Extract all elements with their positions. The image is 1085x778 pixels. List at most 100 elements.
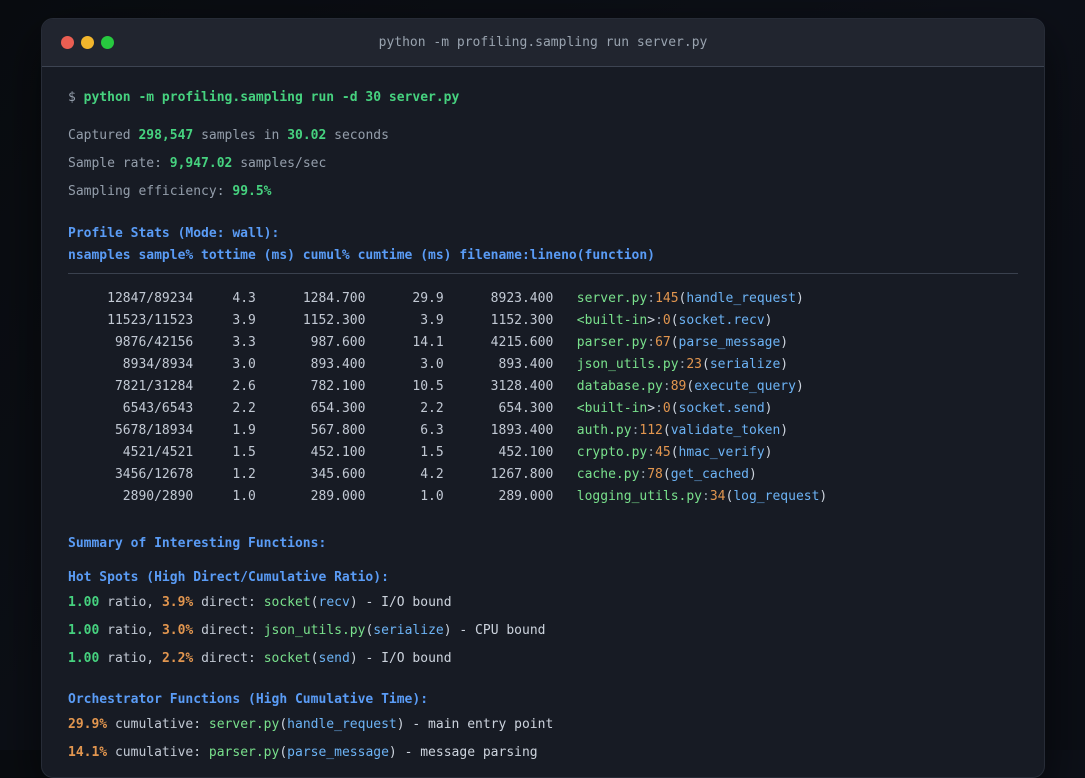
ratio-value: 1.00 bbox=[68, 623, 100, 638]
filename: crypto.py bbox=[576, 445, 648, 460]
command-text: python -m profiling.sampling run -d 30 s… bbox=[83, 90, 460, 105]
cell-nsamples: 11523/11523 bbox=[68, 313, 194, 328]
cell-cumtime: 452.100 bbox=[443, 445, 554, 460]
profile-stats-heading: Profile Stats (Mode: wall): bbox=[68, 226, 280, 241]
cell-sample-pct: 1.0 bbox=[193, 489, 256, 504]
hot-spot-item: 1.00 ratio, 3.9% direct: socket(recv) - … bbox=[68, 595, 452, 610]
line-number: 0 bbox=[662, 313, 671, 328]
cell-cumul-pct: 1.0 bbox=[365, 489, 444, 504]
line-number: 34 bbox=[709, 489, 726, 504]
cumulative-pct: 29.9% bbox=[68, 717, 108, 732]
cell-nsamples: 5678/18934 bbox=[68, 423, 194, 438]
orchestrator-heading: Orchestrator Functions (High Cumulative … bbox=[68, 692, 429, 707]
captured-line: Captured 298,547 samples in 30.02 second… bbox=[68, 128, 389, 143]
cell-cumul-pct: 2.2 bbox=[365, 401, 444, 416]
target-name: server.py bbox=[208, 717, 280, 732]
target-name: json_utils.py bbox=[263, 623, 366, 638]
filename: auth.py bbox=[576, 423, 632, 438]
cell-nsamples: 7821/31284 bbox=[68, 379, 194, 394]
cell-cumtime: 3128.400 bbox=[443, 379, 554, 394]
cell-tottime: 893.400 bbox=[255, 357, 366, 372]
function-name: handle_request bbox=[287, 717, 397, 732]
cell-sample-pct: 2.2 bbox=[193, 401, 256, 416]
cell-sample-pct: 1.5 bbox=[193, 445, 256, 460]
cell-nsamples: 8934/8934 bbox=[68, 357, 194, 372]
profile-row: 9876/42156 3.3 987.600 14.1 4215.600 par… bbox=[68, 335, 789, 350]
window-title: python -m profiling.sampling run server.… bbox=[378, 35, 708, 50]
terminal-window: python -m profiling.sampling run server.… bbox=[41, 18, 1045, 778]
hot-spots-heading: Hot Spots (High Direct/Cumulative Ratio)… bbox=[68, 570, 389, 585]
cell-tottime: 782.100 bbox=[255, 379, 366, 394]
minimize-button[interactable] bbox=[81, 36, 94, 49]
cell-cumul-pct: 3.0 bbox=[365, 357, 444, 372]
line-number: 78 bbox=[647, 467, 663, 482]
cell-nsamples: 2890/2890 bbox=[68, 489, 194, 504]
function-name: serialize bbox=[373, 623, 444, 638]
samples-count: 298,547 bbox=[138, 128, 194, 143]
cell-cumtime: 1893.400 bbox=[443, 423, 554, 438]
cell-tottime: 1284.700 bbox=[255, 291, 366, 306]
filename: cache.py bbox=[576, 467, 640, 482]
target-name: socket bbox=[263, 595, 311, 610]
function-name: validate_token bbox=[670, 423, 781, 438]
line-number: 45 bbox=[655, 445, 671, 460]
line-number: 145 bbox=[655, 291, 679, 306]
profile-row: 3456/12678 1.2 345.600 4.2 1267.800 cach… bbox=[68, 467, 757, 482]
orchestrator-item: 14.1% cumulative: parser.py(parse_messag… bbox=[68, 745, 538, 760]
cell-cumtime: 654.300 bbox=[443, 401, 554, 416]
summary-heading: Summary of Interesting Functions: bbox=[68, 536, 327, 551]
line-number: 0 bbox=[662, 401, 671, 416]
cell-cumul-pct: 6.3 bbox=[365, 423, 444, 438]
cell-sample-pct: 1.2 bbox=[193, 467, 256, 482]
target-name: parser.py bbox=[208, 745, 280, 760]
profile-row: 6543/6543 2.2 654.300 2.2 654.300 <built… bbox=[68, 401, 773, 416]
profile-row: 8934/8934 3.0 893.400 3.0 893.400 json_u… bbox=[68, 357, 789, 372]
function-name: parse_message bbox=[287, 745, 389, 760]
cell-tottime: 654.300 bbox=[255, 401, 366, 416]
efficiency-value: 99.5% bbox=[232, 184, 272, 199]
function-name: get_cached bbox=[670, 467, 749, 482]
cell-sample-pct: 3.9 bbox=[193, 313, 256, 328]
orchestrator-list: 29.9% cumulative: server.py(handle_reque… bbox=[68, 717, 1018, 761]
cell-tottime: 567.800 bbox=[255, 423, 366, 438]
cell-cumtime: 289.000 bbox=[443, 489, 554, 504]
filename: database.py bbox=[576, 379, 663, 394]
direct-pct: 3.9% bbox=[161, 595, 194, 610]
line-number: 89 bbox=[670, 379, 687, 394]
cell-cumul-pct: 14.1 bbox=[365, 335, 444, 350]
role-note: - message parsing bbox=[396, 745, 538, 760]
prompt-symbol: $ bbox=[68, 90, 76, 105]
profile-rows: 12847/89234 4.3 1284.700 29.9 8923.400 s… bbox=[68, 291, 1018, 505]
profile-row: 11523/11523 3.9 1152.300 3.9 1152.300 <b… bbox=[68, 313, 773, 328]
terminal-titlebar[interactable]: python -m profiling.sampling run server.… bbox=[42, 19, 1044, 67]
bound-note: - I/O bound bbox=[357, 595, 452, 610]
cell-cumtime: 4215.600 bbox=[443, 335, 554, 350]
cumulative-pct: 14.1% bbox=[68, 745, 108, 760]
profile-row: 4521/4521 1.5 452.100 1.5 452.100 crypto… bbox=[68, 445, 773, 460]
direct-pct: 3.0% bbox=[161, 623, 194, 638]
role-note: - main entry point bbox=[404, 717, 554, 732]
cell-sample-pct: 2.6 bbox=[193, 379, 256, 394]
cell-cumul-pct: 10.5 bbox=[365, 379, 444, 394]
cell-tottime: 345.600 bbox=[255, 467, 366, 482]
terminal-content[interactable]: $ python -m profiling.sampling run -d 30… bbox=[42, 67, 1044, 761]
hot-spot-item: 1.00 ratio, 3.0% direct: json_utils.py(s… bbox=[68, 623, 546, 638]
cell-cumul-pct: 3.9 bbox=[365, 313, 444, 328]
cell-cumul-pct: 29.9 bbox=[365, 291, 444, 306]
filename: <built-in bbox=[576, 401, 648, 416]
cell-nsamples: 9876/42156 bbox=[68, 335, 194, 350]
close-button[interactable] bbox=[61, 36, 74, 49]
profile-row: 5678/18934 1.9 567.800 6.3 1893.400 auth… bbox=[68, 423, 789, 438]
cell-sample-pct: 1.9 bbox=[193, 423, 256, 438]
line-number: 23 bbox=[686, 357, 703, 372]
line-number: 67 bbox=[655, 335, 671, 350]
bound-note: - I/O bound bbox=[357, 651, 452, 666]
orchestrator-item: 29.9% cumulative: server.py(handle_reque… bbox=[68, 717, 554, 732]
function-name: socket.send bbox=[678, 401, 765, 416]
filename: <built-in bbox=[576, 313, 648, 328]
maximize-button[interactable] bbox=[101, 36, 114, 49]
cell-nsamples: 6543/6543 bbox=[68, 401, 194, 416]
function-name: parse_message bbox=[678, 335, 781, 350]
hot-spot-item: 1.00 ratio, 2.2% direct: socket(send) - … bbox=[68, 651, 452, 666]
target-name: socket bbox=[263, 651, 311, 666]
